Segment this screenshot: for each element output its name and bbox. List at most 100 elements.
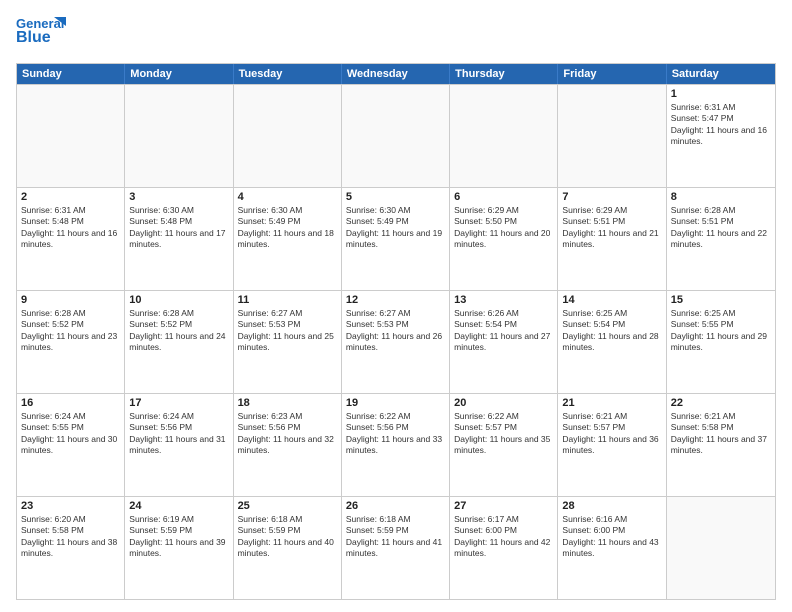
day-number: 26 [346, 500, 445, 512]
day-info: Sunrise: 6:28 AM Sunset: 5:52 PM Dayligh… [21, 308, 120, 354]
day-number: 28 [562, 500, 661, 512]
day-info: Sunrise: 6:21 AM Sunset: 5:58 PM Dayligh… [671, 411, 771, 457]
calendar-cell [450, 85, 558, 187]
calendar-cell: 22 Sunrise: 6:21 AM Sunset: 5:58 PM Dayli… [667, 394, 775, 496]
calendar: SundayMondayTuesdayWednesdayThursdayFrid… [16, 63, 776, 600]
calendar-cell [125, 85, 233, 187]
calendar-cell: 10Sunrise: 6:28 AM Sunset: 5:52 PM Dayli… [125, 291, 233, 393]
calendar-cell: 2Sunrise: 6:31 AM Sunset: 5:48 PM Daylig… [17, 188, 125, 290]
day-info: Sunrise: 6:29 AM Sunset: 5:51 PM Dayligh… [562, 205, 661, 251]
calendar-cell: 5 Sunrise: 6:30 AM Sunset: 5:49 PM Daylig… [342, 188, 450, 290]
day-number: 11 [238, 294, 337, 306]
day-info: Sunrise: 6:30 AM Sunset: 5:49 PM Dayligh… [238, 205, 337, 251]
day-header-saturday: Saturday [667, 64, 775, 84]
day-number: 19 [346, 397, 445, 409]
calendar-cell: 7 Sunrise: 6:29 AM Sunset: 5:51 PM Daylig… [558, 188, 666, 290]
day-number: 1 [671, 88, 771, 100]
day-info: Sunrise: 6:24 AM Sunset: 5:56 PM Dayligh… [129, 411, 228, 457]
logo: General Blue [16, 12, 66, 57]
day-number: 6 [454, 191, 553, 203]
calendar-cell: 23Sunrise: 6:20 AM Sunset: 5:58 PM Dayli… [17, 497, 125, 599]
day-info: Sunrise: 6:16 AM Sunset: 6:00 PM Dayligh… [562, 514, 661, 560]
calendar-cell [17, 85, 125, 187]
svg-text:Blue: Blue [16, 29, 51, 46]
calendar-cell [558, 85, 666, 187]
day-header-tuesday: Tuesday [234, 64, 342, 84]
calendar-cell: 8 Sunrise: 6:28 AM Sunset: 5:51 PM Daylig… [667, 188, 775, 290]
day-info: Sunrise: 6:22 AM Sunset: 5:56 PM Dayligh… [346, 411, 445, 457]
day-info: Sunrise: 6:24 AM Sunset: 5:55 PM Dayligh… [21, 411, 120, 457]
day-info: Sunrise: 6:28 AM Sunset: 5:51 PM Dayligh… [671, 205, 771, 251]
day-header-wednesday: Wednesday [342, 64, 450, 84]
day-header-monday: Monday [125, 64, 233, 84]
day-number: 9 [21, 294, 120, 306]
calendar-cell: 16 Sunrise: 6:24 AM Sunset: 5:55 PM Dayli… [17, 394, 125, 496]
calendar-cell: 26 Sunrise: 6:18 AM Sunset: 5:59 PM Dayli… [342, 497, 450, 599]
day-info: Sunrise: 6:21 AM Sunset: 5:57 PM Dayligh… [562, 411, 661, 457]
calendar-cell: 24Sunrise: 6:19 AM Sunset: 5:59 PM Dayli… [125, 497, 233, 599]
calendar-cell: 27Sunrise: 6:17 AM Sunset: 6:00 PM Dayli… [450, 497, 558, 599]
calendar-cell: 19 Sunrise: 6:22 AM Sunset: 5:56 PM Dayli… [342, 394, 450, 496]
day-info: Sunrise: 6:31 AM Sunset: 5:47 PM Dayligh… [671, 102, 771, 148]
calendar-cell: 4 Sunrise: 6:30 AM Sunset: 5:49 PM Daylig… [234, 188, 342, 290]
day-info: Sunrise: 6:22 AM Sunset: 5:57 PM Dayligh… [454, 411, 553, 457]
day-info: Sunrise: 6:30 AM Sunset: 5:48 PM Dayligh… [129, 205, 228, 251]
day-info: Sunrise: 6:29 AM Sunset: 5:50 PM Dayligh… [454, 205, 553, 251]
day-number: 15 [671, 294, 771, 306]
calendar-cell [342, 85, 450, 187]
day-number: 16 [21, 397, 120, 409]
day-number: 3 [129, 191, 228, 203]
day-info: Sunrise: 6:17 AM Sunset: 6:00 PM Dayligh… [454, 514, 553, 560]
day-number: 20 [454, 397, 553, 409]
day-info: Sunrise: 6:28 AM Sunset: 5:52 PM Dayligh… [129, 308, 228, 354]
day-info: Sunrise: 6:19 AM Sunset: 5:59 PM Dayligh… [129, 514, 228, 560]
day-number: 22 [671, 397, 771, 409]
calendar-cell: 17 Sunrise: 6:24 AM Sunset: 5:56 PM Dayli… [125, 394, 233, 496]
day-number: 18 [238, 397, 337, 409]
calendar-header: SundayMondayTuesdayWednesdayThursdayFrid… [17, 64, 775, 84]
day-number: 14 [562, 294, 661, 306]
calendar-cell: 18 Sunrise: 6:23 AM Sunset: 5:56 PM Dayli… [234, 394, 342, 496]
calendar-cell: 20 Sunrise: 6:22 AM Sunset: 5:57 PM Dayli… [450, 394, 558, 496]
day-number: 13 [454, 294, 553, 306]
header: General Blue [16, 12, 776, 57]
calendar-cell: 25 Sunrise: 6:18 AM Sunset: 5:59 PM Dayli… [234, 497, 342, 599]
day-number: 23 [21, 500, 120, 512]
calendar-cell: 6 Sunrise: 6:29 AM Sunset: 5:50 PM Daylig… [450, 188, 558, 290]
day-number: 4 [238, 191, 337, 203]
day-info: Sunrise: 6:23 AM Sunset: 5:56 PM Dayligh… [238, 411, 337, 457]
page: General Blue SundayMondayTuesdayWednesda… [0, 0, 792, 612]
calendar-cell [234, 85, 342, 187]
calendar-row-5: 23Sunrise: 6:20 AM Sunset: 5:58 PM Dayli… [17, 496, 775, 599]
calendar-cell: 12Sunrise: 6:27 AM Sunset: 5:53 PM Dayli… [342, 291, 450, 393]
calendar-row-4: 16 Sunrise: 6:24 AM Sunset: 5:55 PM Dayli… [17, 393, 775, 496]
calendar-row-2: 2Sunrise: 6:31 AM Sunset: 5:48 PM Daylig… [17, 187, 775, 290]
calendar-cell: 3 Sunrise: 6:30 AM Sunset: 5:48 PM Daylig… [125, 188, 233, 290]
day-header-sunday: Sunday [17, 64, 125, 84]
calendar-row-1: 1 Sunrise: 6:31 AM Sunset: 5:47 PM Daylig… [17, 84, 775, 187]
day-info: Sunrise: 6:30 AM Sunset: 5:49 PM Dayligh… [346, 205, 445, 251]
calendar-cell: 14 Sunrise: 6:25 AM Sunset: 5:54 PM Dayli… [558, 291, 666, 393]
calendar-cell: 28 Sunrise: 6:16 AM Sunset: 6:00 PM Dayli… [558, 497, 666, 599]
day-number: 25 [238, 500, 337, 512]
logo-icon: General Blue [16, 12, 66, 52]
day-info: Sunrise: 6:18 AM Sunset: 5:59 PM Dayligh… [238, 514, 337, 560]
day-header-friday: Friday [558, 64, 666, 84]
day-header-thursday: Thursday [450, 64, 558, 84]
day-number: 7 [562, 191, 661, 203]
day-number: 5 [346, 191, 445, 203]
day-info: Sunrise: 6:27 AM Sunset: 5:53 PM Dayligh… [238, 308, 337, 354]
calendar-cell: 13 Sunrise: 6:26 AM Sunset: 5:54 PM Dayli… [450, 291, 558, 393]
day-info: Sunrise: 6:26 AM Sunset: 5:54 PM Dayligh… [454, 308, 553, 354]
calendar-cell: 11 Sunrise: 6:27 AM Sunset: 5:53 PM Dayli… [234, 291, 342, 393]
day-number: 17 [129, 397, 228, 409]
day-info: Sunrise: 6:25 AM Sunset: 5:55 PM Dayligh… [671, 308, 771, 354]
day-info: Sunrise: 6:18 AM Sunset: 5:59 PM Dayligh… [346, 514, 445, 560]
calendar-cell: 1 Sunrise: 6:31 AM Sunset: 5:47 PM Daylig… [667, 85, 775, 187]
day-info: Sunrise: 6:27 AM Sunset: 5:53 PM Dayligh… [346, 308, 445, 354]
calendar-cell [667, 497, 775, 599]
day-number: 8 [671, 191, 771, 203]
calendar-body: 1 Sunrise: 6:31 AM Sunset: 5:47 PM Daylig… [17, 84, 775, 599]
day-info: Sunrise: 6:25 AM Sunset: 5:54 PM Dayligh… [562, 308, 661, 354]
calendar-cell: 9 Sunrise: 6:28 AM Sunset: 5:52 PM Daylig… [17, 291, 125, 393]
